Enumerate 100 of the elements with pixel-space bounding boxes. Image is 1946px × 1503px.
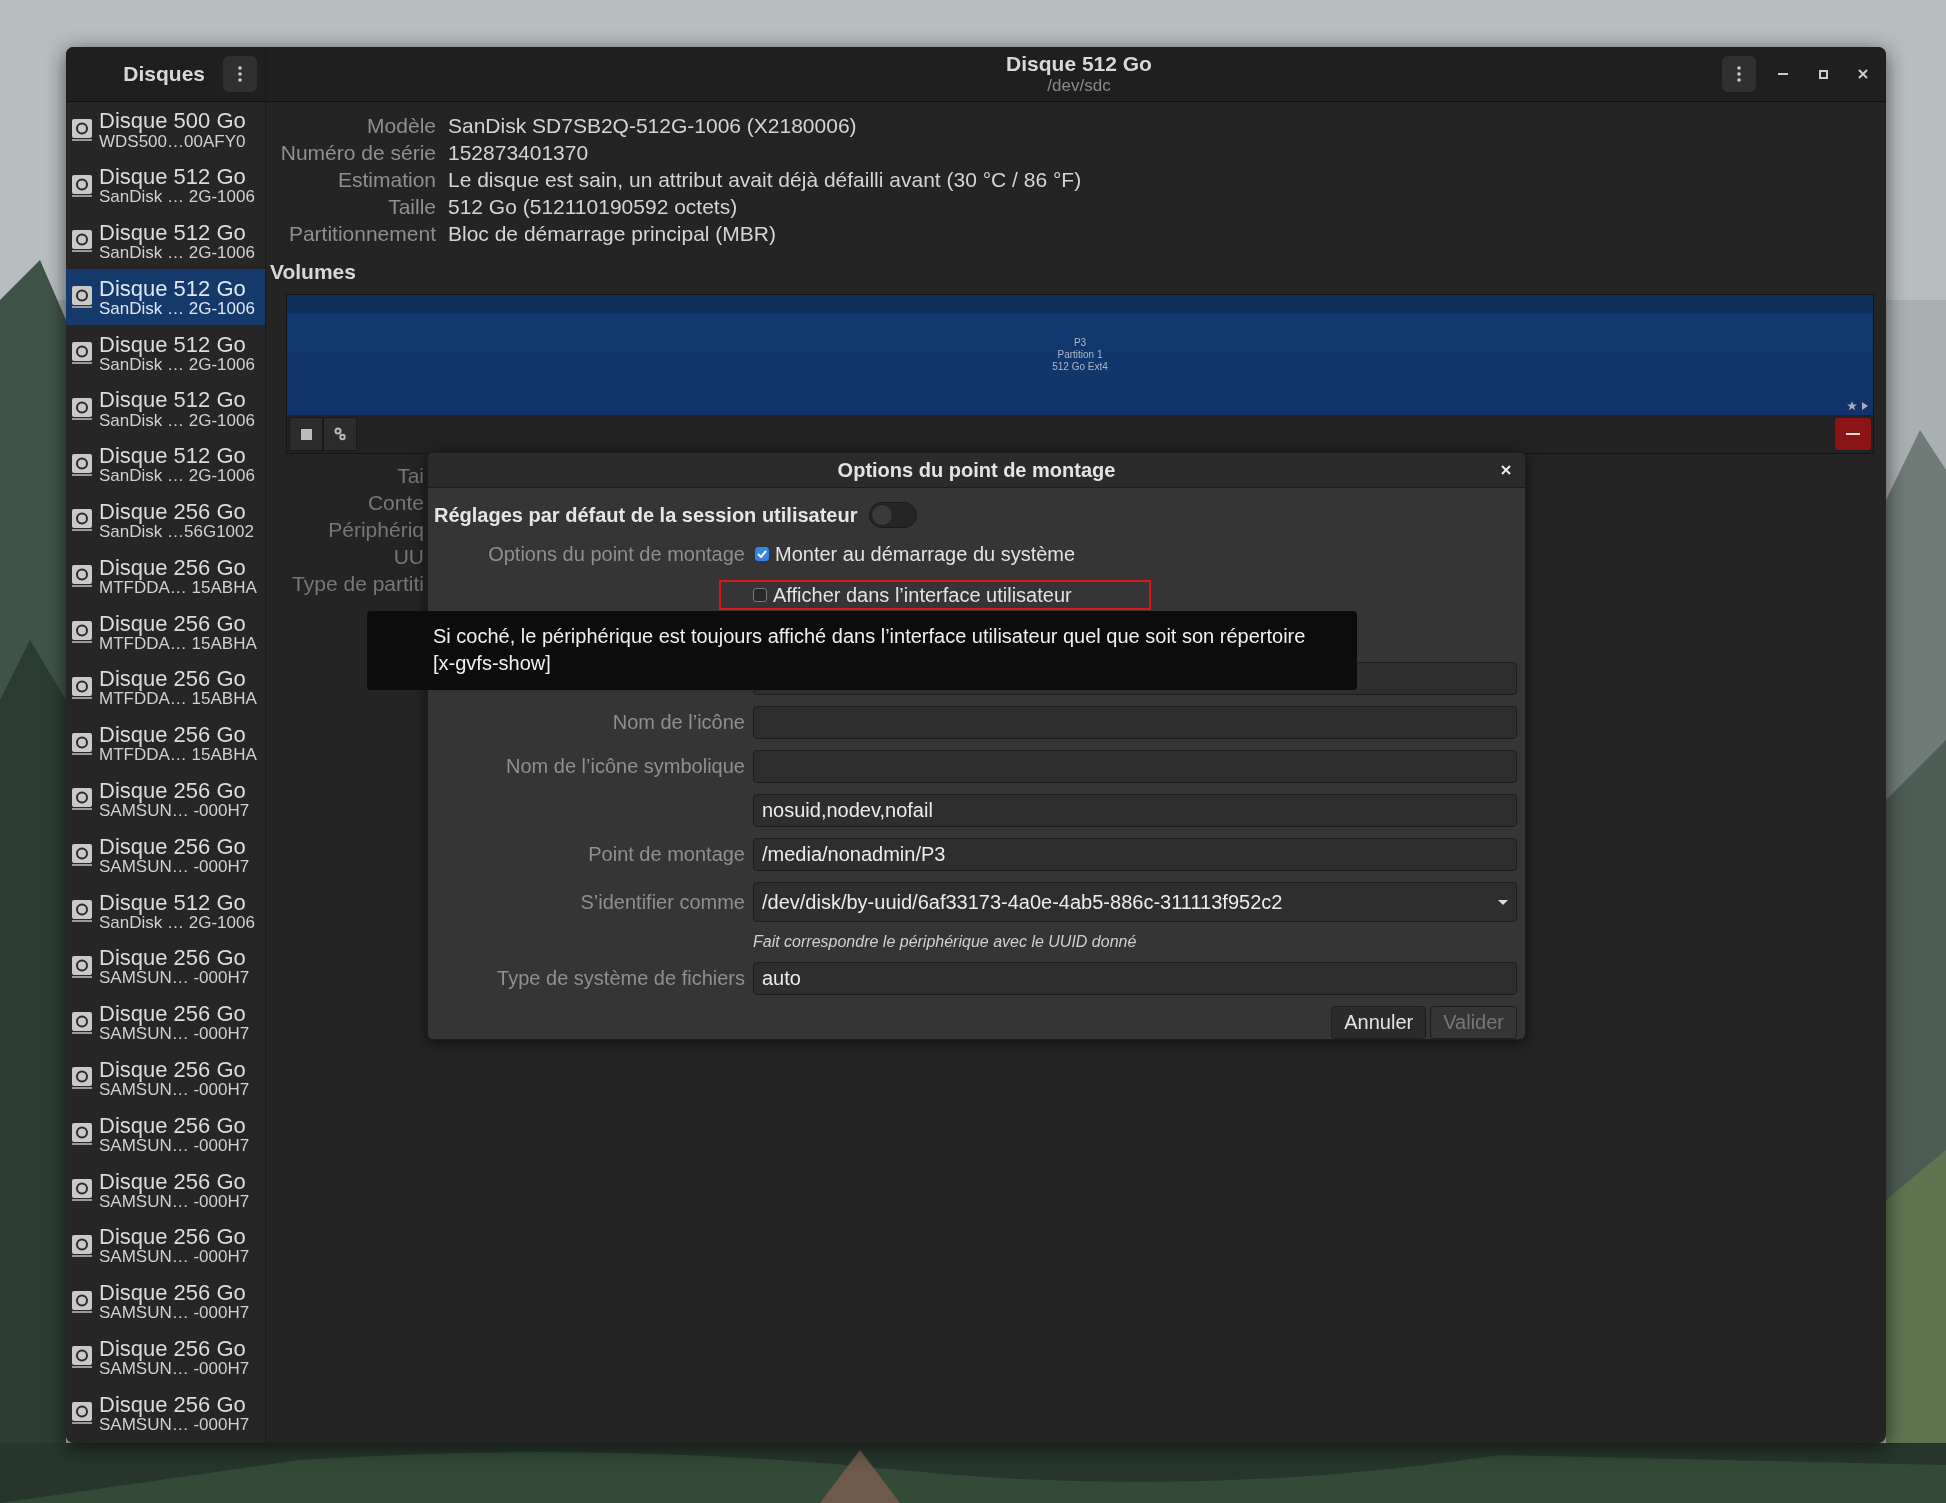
disk-icon: [71, 396, 93, 421]
disk-model: MTFDDA… 15ABHA: [99, 690, 257, 709]
checkbox[interactable]: [755, 547, 769, 561]
disk-model: SanDisk … 2G-1006: [99, 355, 255, 374]
gears-icon: [334, 427, 346, 441]
disk-name: Disque 500 Go: [99, 109, 246, 133]
menu-button[interactable]: [223, 56, 257, 92]
close-icon: [1858, 69, 1868, 79]
dropdown[interactable]: /dev/disk/by-uuid/6af33173-4a0e-4ab5-886c-311113f952c2: [753, 882, 1517, 922]
disk-name: Disque 512 Go: [99, 276, 247, 300]
minus-icon: [1846, 433, 1860, 435]
disk-icon: [71, 173, 93, 198]
disk-item[interactable]: Disque 512 Go SanDisk … 2G-1006: [66, 883, 265, 939]
close-icon: [1501, 465, 1511, 475]
disk-model: SAMSUN… -000H7: [99, 1025, 250, 1044]
dropdown-arrow-icon: [1498, 899, 1508, 905]
disk-item[interactable]: Disque 256 Go MTFDDA… 15ABHA: [66, 604, 265, 660]
input-field[interactable]: /media/nonadmin/P3: [753, 838, 1517, 871]
disk-name: Disque 256 Go: [99, 611, 247, 635]
dialog-button[interactable]: Annuler: [1331, 1006, 1427, 1039]
disk-model: SanDisk …56G1002: [99, 523, 254, 541]
disk-icon: [71, 452, 93, 477]
menu-button[interactable]: [1722, 56, 1756, 92]
disk-model: SAMSUN… -000H7: [99, 1136, 250, 1155]
disk-item[interactable]: Disque 256 Go SanDisk …56G1002: [66, 492, 265, 549]
check-icon: [757, 550, 767, 558]
unmount-button[interactable]: [289, 417, 323, 451]
maximize-icon: [1818, 69, 1828, 79]
disk-name: Disque 256 Go: [99, 1336, 247, 1361]
disk-icon: [71, 1345, 93, 1370]
disk-item[interactable]: Disque 256 Go SAMSUN… -000H7: [66, 1273, 265, 1330]
disk-item[interactable]: Disque 256 Go MTFDDA… 15ABHA: [66, 548, 265, 605]
disk-icon: [71, 117, 93, 142]
disk-item[interactable]: Disque 512 Go SanDisk … 2G-1006: [66, 213, 265, 270]
disk-name: Disque 512 Go: [99, 388, 247, 412]
disk-icon: [71, 1122, 93, 1147]
disk-name: Disque 256 Go: [99, 1225, 246, 1249]
hint-text: Fait correspondre le périphérique avec le UUID donné: [753, 933, 1138, 951]
disk-item[interactable]: Disque 256 Go MTFDDA… 15ABHA: [66, 659, 265, 716]
disk-model: SanDisk … 2G-1006: [99, 467, 255, 486]
disk-item[interactable]: Disque 256 Go SAMSUN… -000H7: [66, 994, 265, 1051]
disk-item[interactable]: Disque 256 Go SAMSUN… -000H7: [66, 1106, 265, 1163]
disk-name: Disque 512 Go: [99, 221, 247, 245]
disk-item[interactable]: Disque 256 Go SAMSUN… -000H7: [66, 938, 265, 995]
disk-item[interactable]: Disque 256 Go SAMSUN… -000H7: [66, 1217, 265, 1274]
field-label: Type de système de fichiers: [496, 967, 745, 990]
partition-label: P3: [1073, 337, 1087, 349]
minimize-icon: [1778, 73, 1788, 75]
input-field[interactable]: auto: [753, 962, 1517, 995]
field-label: Nom de l’icône symbolique: [505, 755, 745, 778]
window-subtitle: /dev/sdc: [1047, 76, 1111, 96]
disk-icon: [71, 731, 93, 756]
disk-item[interactable]: Disque 256 Go SAMSUN… -000H7: [66, 1050, 265, 1107]
info-value: SanDisk SD7SB2Q-512G-1006 (X2180006): [448, 114, 858, 138]
info-label: Taille: [387, 195, 436, 219]
disk-icon: [71, 675, 93, 700]
disk-name: Disque 256 Go: [99, 667, 246, 691]
settings-button[interactable]: [323, 417, 357, 451]
disk-item[interactable]: Disque 512 Go SanDisk … 2G-1006: [66, 381, 265, 437]
delete-partition-button[interactable]: [1835, 418, 1871, 450]
input-field[interactable]: nosuid,nodev,nofail: [753, 794, 1517, 827]
tooltip-text: Si coché, le périphérique est toujours affiché dans l’interface utilisateur quel que soit son répertoire [x-gvfs-show]: [433, 624, 1307, 676]
disk-name: Disque 512 Go: [99, 165, 246, 189]
disk-item[interactable]: Disque 256 Go SAMSUN… -000H7: [66, 1329, 265, 1386]
info-label: Estimation: [336, 168, 436, 192]
detail-label: Tai: [397, 464, 424, 488]
field-label: Point de montage: [587, 843, 745, 866]
disk-item[interactable]: Disque 256 Go MTFDDA… 15ABHA: [66, 715, 265, 772]
toggle-switch[interactable]: [869, 502, 918, 528]
disk-name: Disque 256 Go: [99, 1169, 247, 1193]
disk-name: Disque 256 Go: [99, 946, 246, 970]
disk-icon: [71, 229, 93, 254]
disk-item[interactable]: Disque 256 Go SAMSUN… -000H7: [66, 827, 265, 884]
disk-item[interactable]: Disque 512 Go SanDisk … 2G-1006: [66, 157, 265, 214]
partition-bar[interactable]: P3 Partition 1 512 Go Ext4: [287, 295, 1873, 415]
disk-model: WDS500…00AFY0: [99, 132, 246, 151]
disk-item[interactable]: Disque 512 Go SanDisk … 2G-1006: [66, 269, 265, 326]
disk-model: SanDisk … 2G-1006: [99, 244, 255, 262]
checkbox[interactable]: [753, 588, 767, 602]
disk-item[interactable]: Disque 500 Go WDS500…00AFY0: [66, 102, 265, 158]
disk-item[interactable]: Disque 512 Go SanDisk … 2G-1006: [66, 325, 265, 381]
disk-model: MTFDDA… 15ABHA: [99, 634, 257, 653]
disk-item[interactable]: Disque 256 Go SAMSUN… -000H7: [66, 1385, 265, 1442]
disk-name: Disque 256 Go: [99, 555, 247, 579]
disk-name: Disque 256 Go: [99, 1002, 246, 1026]
disk-item[interactable]: Disque 256 Go SAMSUN… -000H7: [66, 1162, 265, 1218]
disk-icon: [71, 564, 93, 589]
disk-model: SAMSUN… -000H7: [99, 1304, 250, 1323]
disk-model: SAMSUN… -000H7: [99, 1248, 250, 1267]
disk-item[interactable]: Disque 256 Go SAMSUN… -000H7: [66, 771, 265, 828]
disk-name: Disque 256 Go: [99, 1281, 246, 1305]
partition-label: Partition 1: [1057, 349, 1103, 361]
disk-icon: [71, 1010, 93, 1035]
checkbox-label: Afficher dans l’interface utilisateur: [773, 583, 1072, 607]
disk-model: SanDisk … 2G-1006: [99, 188, 255, 207]
disk-icon: [71, 843, 93, 868]
disk-name: Disque 256 Go: [99, 1392, 247, 1416]
field-label: Nom de l’icône: [611, 711, 745, 734]
disk-icon: [71, 508, 93, 533]
disk-item[interactable]: Disque 512 Go SanDisk … 2G-1006: [66, 436, 265, 493]
